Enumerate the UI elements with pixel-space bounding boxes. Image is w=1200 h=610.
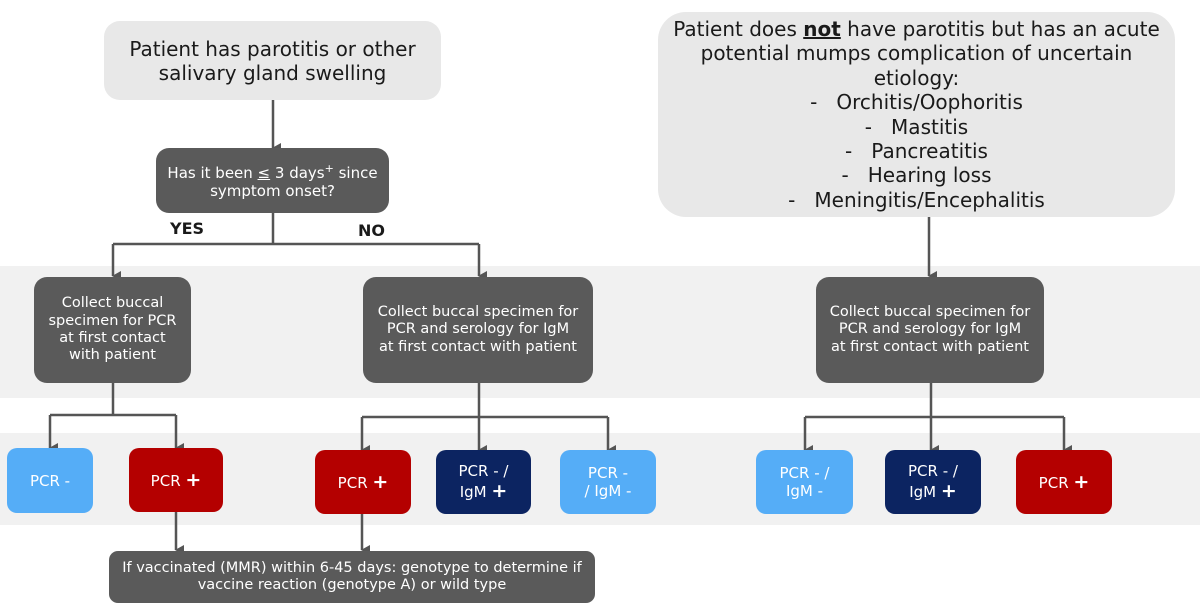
- no-result-pcr-positive: PCR +: [315, 450, 411, 514]
- symptom-onset-question-text: Has it been ≤ 3 days+ since symptom onse…: [167, 161, 378, 200]
- no-action-text: Collect buccal specimen for PCR and sero…: [377, 303, 579, 355]
- right-action-box: Collect buccal specimen for PCR and sero…: [816, 277, 1044, 383]
- right-result-negative: PCR - / IgM -: [756, 450, 853, 514]
- start-complication-text: Patient does not have parotitis but has …: [673, 16, 1160, 212]
- start-parotitis-text: Patient has parotitis or other salivary …: [129, 36, 416, 85]
- line-yes-split: [50, 383, 176, 417]
- right-result-pcr-positive: PCR +: [1016, 450, 1112, 514]
- yes-label: YES: [170, 219, 205, 238]
- complication-item: - Hearing loss: [841, 163, 992, 188]
- no-label: NO: [358, 221, 385, 240]
- yes-result-pcr-positive: PCR +: [129, 448, 223, 512]
- no-result-pcr-igm-negative: PCR - / IgM -: [560, 450, 656, 514]
- yes-action-text: Collect buccal specimen for PCR at first…: [48, 295, 177, 364]
- no-result-igm-positive: PCR - / IgM +: [436, 450, 531, 514]
- right-result-igm-positive: PCR - / IgM +: [885, 450, 981, 514]
- yes-action-box: Collect buccal specimen for PCR at first…: [34, 277, 191, 383]
- no-action-box: Collect buccal specimen for PCR and sero…: [363, 277, 593, 383]
- genotype-note-box: If vaccinated (MMR) within 6-45 days: ge…: [109, 551, 595, 603]
- complication-item: - Mastitis: [864, 114, 969, 139]
- start-complication-box: Patient does not have parotitis but has …: [658, 12, 1175, 217]
- yes-result-pcr-negative: PCR -: [7, 448, 93, 513]
- complication-item: - Orchitis/Oophoritis: [810, 90, 1023, 115]
- genotype-note-text: If vaccinated (MMR) within 6-45 days: ge…: [122, 559, 582, 593]
- complication-list: - Orchitis/Oophoritis - Mastitis - Pancr…: [673, 90, 1160, 212]
- complication-item: - Meningitis/Encephalitis: [788, 187, 1045, 212]
- line-right-split: [805, 383, 1064, 419]
- start-parotitis-box: Patient has parotitis or other salivary …: [104, 21, 441, 100]
- line-question-split: [113, 213, 479, 246]
- symptom-onset-question-box: Has it been ≤ 3 days+ since symptom onse…: [156, 148, 389, 213]
- right-action-text: Collect buccal specimen for PCR and sero…: [829, 303, 1031, 355]
- line-no-split: [362, 383, 608, 419]
- complication-item: - Pancreatitis: [845, 138, 988, 163]
